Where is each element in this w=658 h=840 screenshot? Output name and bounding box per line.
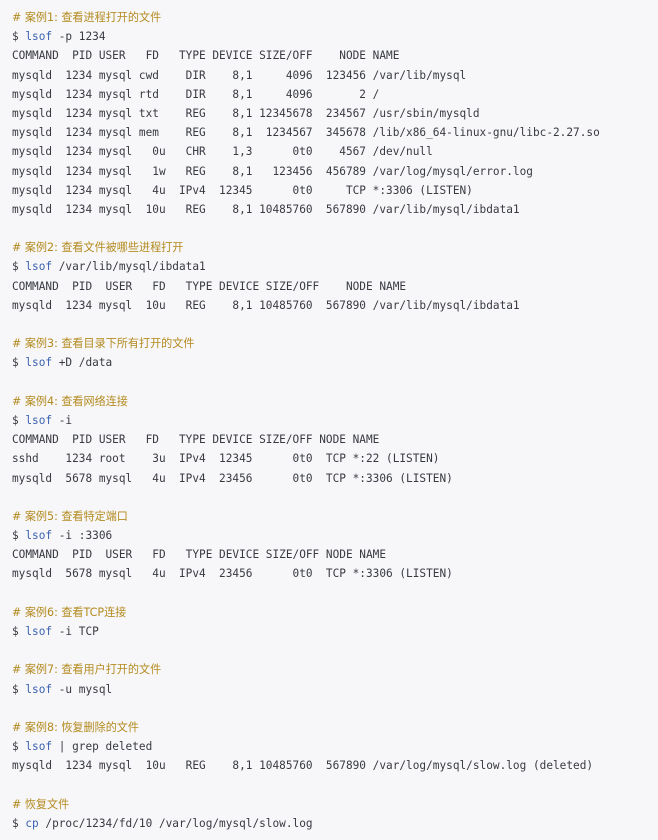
command-line: $ lsof +D /data bbox=[12, 353, 658, 372]
prompt-symbol: $ bbox=[12, 529, 26, 543]
output-line: mysqld 1234 mysql mem REG 8,1 1234567 34… bbox=[12, 123, 658, 142]
output-line: mysqld 1234 mysql 10u REG 8,1 10485760 5… bbox=[12, 756, 658, 775]
output-text: mysqld 1234 mysql txt REG 8,1 12345678 2… bbox=[12, 106, 480, 120]
output-text: mysqld 5678 mysql 4u IPv4 23456 0t0 TCP … bbox=[12, 567, 453, 581]
command-arguments: /var/lib/mysql/ibdata1 bbox=[52, 260, 206, 274]
code-comment-line: # 案例8: 恢复删除的文件 bbox=[12, 718, 658, 737]
output-line: COMMAND PID USER FD TYPE DEVICE SIZE/OFF… bbox=[12, 430, 658, 449]
comment-text: # 案例7: 查看用户打开的文件 bbox=[12, 663, 162, 677]
code-comment-line: # 案例6: 查看TCP连接 bbox=[12, 603, 658, 622]
output-line: sshd 1234 root 3u IPv4 12345 0t0 TCP *:2… bbox=[12, 449, 658, 468]
command-line: $ lsof -p 1234 bbox=[12, 27, 658, 46]
output-text: mysqld 1234 mysql rtd DIR 8,1 4096 2 / bbox=[12, 87, 380, 101]
output-text: mysqld 1234 mysql 0u CHR 1,3 0t0 4567 /d… bbox=[12, 145, 433, 159]
output-text: mysqld 1234 mysql mem REG 8,1 1234567 34… bbox=[12, 126, 600, 140]
output-line: mysqld 1234 mysql 0u CHR 1,3 0t0 4567 /d… bbox=[12, 142, 658, 161]
comment-text: # 案例8: 恢复删除的文件 bbox=[12, 720, 139, 734]
output-line: mysqld 1234 mysql txt REG 8,1 12345678 2… bbox=[12, 104, 658, 123]
command-arguments: -i bbox=[52, 413, 73, 427]
command-keyword: lsof bbox=[25, 529, 53, 543]
command-line: $ lsof -i :3306 bbox=[12, 526, 658, 545]
output-text: COMMAND PID USER FD TYPE DEVICE SIZE/OFF… bbox=[12, 548, 387, 562]
code-comment-line: # 案例4: 查看网络连接 bbox=[12, 392, 658, 411]
prompt-symbol: $ bbox=[12, 260, 26, 274]
command-line: $ lsof | grep deleted bbox=[12, 737, 658, 756]
command-arguments: +D /data bbox=[52, 356, 113, 370]
prompt-symbol: $ bbox=[12, 625, 26, 638]
output-line: mysqld 1234 mysql 10u REG 8,1 10485760 5… bbox=[12, 296, 658, 315]
prompt-symbol: $ bbox=[12, 413, 26, 427]
output-text: COMMAND PID USER FD TYPE DEVICE SIZE/OFF… bbox=[12, 433, 380, 447]
command-line: $ lsof -u mysql bbox=[12, 680, 658, 699]
command-arguments: /proc/1234/fd/10 /var/log/mysql/slow.log bbox=[38, 816, 313, 830]
command-line: $ lsof -i TCP bbox=[12, 622, 658, 641]
output-text: mysqld 1234 mysql 1w REG 8,1 123456 4567… bbox=[12, 164, 533, 178]
output-text: mysqld 1234 mysql 4u IPv4 12345 0t0 TCP … bbox=[12, 183, 473, 197]
output-text: sshd 1234 root 3u IPv4 12345 0t0 TCP *:2… bbox=[12, 452, 440, 466]
comment-text: # 案例5: 查看特定端口 bbox=[12, 509, 128, 523]
command-arguments: -p 1234 bbox=[52, 30, 106, 44]
code-comment-line: # 恢复文件 bbox=[12, 795, 658, 814]
command-line: $ cp /proc/1234/fd/10 /var/log/mysql/slo… bbox=[12, 814, 658, 833]
code-block: # 案例1: 查看进程打开的文件 $ lsof -p 1234 COMMAND PI… bbox=[0, 0, 658, 840]
output-line: mysqld 1234 mysql cwd DIR 8,1 4096 12345… bbox=[12, 66, 658, 85]
output-line: mysqld 5678 mysql 4u IPv4 23456 0t0 TCP … bbox=[12, 469, 658, 488]
output-line: mysqld 1234 mysql rtd DIR 8,1 4096 2 / bbox=[12, 85, 658, 104]
comment-text: # 案例1: 查看进程打开的文件 bbox=[12, 11, 162, 24]
output-text: mysqld 1234 mysql 10u REG 8,1 10485760 5… bbox=[12, 202, 520, 216]
command-keyword: lsof bbox=[25, 30, 53, 44]
command-keyword: lsof bbox=[25, 740, 53, 754]
output-line: COMMAND PID USER FD TYPE DEVICE SIZE/OFF… bbox=[12, 277, 658, 296]
comment-text: # 恢复文件 bbox=[12, 797, 70, 811]
command-line: $ lsof /var/lib/mysql/ibdata1 bbox=[12, 257, 658, 276]
command-arguments: -i :3306 bbox=[52, 529, 113, 543]
command-line: $ lsof -i bbox=[12, 411, 658, 430]
output-text: COMMAND PID USER FD TYPE DEVICE SIZE/OFF… bbox=[12, 279, 407, 293]
command-keyword: lsof bbox=[25, 682, 53, 696]
command-arguments: -u mysql bbox=[52, 682, 113, 696]
command-keyword: lsof bbox=[25, 413, 53, 427]
comment-text: # 案例4: 查看网络连接 bbox=[12, 394, 128, 408]
code-comment-line: # 案例3: 查看目录下所有打开的文件 bbox=[12, 334, 658, 353]
command-arguments: | grep deleted bbox=[52, 740, 153, 754]
output-text: COMMAND PID USER FD TYPE DEVICE SIZE/OFF… bbox=[12, 49, 400, 63]
command-keyword: lsof bbox=[25, 625, 53, 638]
code-comment-line: # 案例1: 查看进程打开的文件 bbox=[12, 8, 658, 27]
output-text: mysqld 5678 mysql 4u IPv4 23456 0t0 TCP … bbox=[12, 471, 453, 485]
output-line: mysqld 1234 mysql 4u IPv4 12345 0t0 TCP … bbox=[12, 181, 658, 200]
output-line: mysqld 1234 mysql 1w REG 8,1 123456 4567… bbox=[12, 162, 658, 181]
output-line: mysqld 1234 mysql 10u REG 8,1 10485760 5… bbox=[12, 200, 658, 219]
command-keyword: cp bbox=[25, 816, 39, 830]
output-text: mysqld 1234 mysql cwd DIR 8,1 4096 12345… bbox=[12, 68, 467, 82]
comment-text: # 案例3: 查看目录下所有打开的文件 bbox=[12, 337, 195, 351]
code-comment-line: # 案例5: 查看特定端口 bbox=[12, 507, 658, 526]
prompt-symbol: $ bbox=[12, 816, 26, 830]
command-arguments: -i TCP bbox=[52, 625, 99, 638]
prompt-symbol: $ bbox=[12, 740, 26, 754]
comment-text: # 案例2: 查看文件被哪些进程打开 bbox=[12, 241, 184, 255]
prompt-symbol: $ bbox=[12, 356, 26, 370]
comment-text: # 案例6: 查看TCP连接 bbox=[12, 605, 127, 619]
output-text: mysqld 1234 mysql 10u REG 8,1 10485760 5… bbox=[12, 759, 594, 773]
output-line: mysqld 5678 mysql 4u IPv4 23456 0t0 TCP … bbox=[12, 564, 658, 583]
prompt-symbol: $ bbox=[12, 30, 26, 44]
command-keyword: lsof bbox=[25, 260, 53, 274]
code-comment-line: # 案例7: 查看用户打开的文件 bbox=[12, 660, 658, 679]
code-comment-line: # 案例2: 查看文件被哪些进程打开 bbox=[12, 238, 658, 257]
command-keyword: lsof bbox=[25, 356, 53, 370]
output-line: COMMAND PID USER FD TYPE DEVICE SIZE/OFF… bbox=[12, 545, 658, 564]
prompt-symbol: $ bbox=[12, 682, 26, 696]
output-text: mysqld 1234 mysql 10u REG 8,1 10485760 5… bbox=[12, 298, 520, 312]
output-line: COMMAND PID USER FD TYPE DEVICE SIZE/OFF… bbox=[12, 46, 658, 65]
